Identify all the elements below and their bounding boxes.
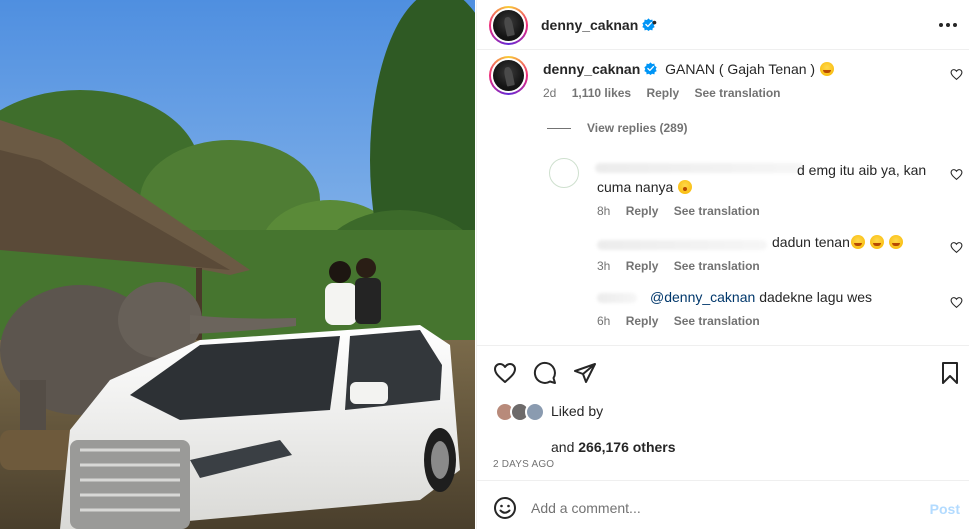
reply-text: dadun tenan xyxy=(772,234,903,250)
grinning-emoji-icon xyxy=(888,235,903,249)
comment-main-meta: 2d 1,110 likes Reply See translation xyxy=(543,86,793,100)
comment-likes[interactable]: 1,110 likes xyxy=(572,86,631,100)
avatar[interactable] xyxy=(489,6,528,45)
reply-meta: 6h Reply See translation xyxy=(597,314,772,328)
comment-avatar[interactable] xyxy=(489,56,528,95)
reply-username-blurred xyxy=(595,163,805,173)
reply-text: @denny_caknan dadekne lagu wes xyxy=(650,289,873,305)
verified-badge-icon xyxy=(644,62,657,75)
liked-others[interactable]: and 266,176 others xyxy=(551,439,676,455)
post-photo xyxy=(0,0,475,529)
reply-button[interactable]: Reply xyxy=(626,314,659,328)
reply-text-line1: d emg itu aib ya, kan xyxy=(797,162,927,178)
comment-text: GANAN ( Gajah Tenan ) xyxy=(665,61,816,77)
reply-username-blurred xyxy=(597,293,637,303)
comment-time: 2d xyxy=(543,86,557,100)
reply-time: 6h xyxy=(597,314,611,328)
header-username[interactable]: denny_caknan xyxy=(541,17,655,33)
view-replies-label: View replies (289) xyxy=(587,121,688,135)
share-icon[interactable] xyxy=(573,361,597,385)
like-reply-heart-icon[interactable] xyxy=(950,296,963,309)
liked-avatar xyxy=(525,402,545,422)
surprised-emoji-icon xyxy=(678,180,693,194)
see-translation-button[interactable]: See translation xyxy=(694,86,780,100)
post-actions: Liked by and 266,176 others 2 DAYS AGO xyxy=(477,345,969,479)
view-replies-button[interactable]: View replies (289) xyxy=(547,121,688,135)
post-date[interactable]: 2 DAYS AGO xyxy=(493,459,554,470)
reply-time: 3h xyxy=(597,259,611,273)
reply-button[interactable]: Reply xyxy=(626,259,659,273)
add-comment-bar: Post xyxy=(477,480,969,529)
add-comment-input[interactable] xyxy=(531,495,911,521)
heart-icon[interactable] xyxy=(493,361,517,385)
reply-mention-link[interactable]: @denny_caknan xyxy=(650,289,755,305)
see-translation-button[interactable]: See translation xyxy=(674,314,760,328)
post-side-panel: denny_caknan • denny_caknan GANAN ( Gaja… xyxy=(476,0,969,529)
grinning-emoji-icon xyxy=(869,235,884,249)
more-options-icon[interactable] xyxy=(938,16,958,34)
view-replies-divider xyxy=(547,128,571,130)
reply-meta: 3h Reply See translation xyxy=(597,259,772,273)
post-photo-illustration xyxy=(0,0,475,529)
header-separator-dot: • xyxy=(652,14,657,30)
bookmark-icon[interactable] xyxy=(938,361,962,385)
reply-button[interactable]: Reply xyxy=(626,204,659,218)
grinning-emoji-icon xyxy=(850,235,865,249)
reply-button[interactable]: Reply xyxy=(646,86,679,100)
like-reply-heart-icon[interactable] xyxy=(950,241,963,254)
liked-by-label: Liked by xyxy=(551,403,604,419)
see-translation-button[interactable]: See translation xyxy=(674,204,760,218)
reply-text-line2: cuma nanya xyxy=(597,179,693,195)
like-reply-heart-icon[interactable] xyxy=(950,168,963,181)
reply-username-blurred xyxy=(597,240,767,250)
reply-avatar[interactable] xyxy=(549,158,579,188)
comment-main-line: denny_caknan GANAN ( Gajah Tenan ) xyxy=(543,61,834,77)
reply-meta: 8h Reply See translation xyxy=(597,204,772,218)
post-comment-button[interactable]: Post xyxy=(930,501,960,517)
see-translation-button[interactable]: See translation xyxy=(674,259,760,273)
liked-by-avatars[interactable] xyxy=(495,402,547,424)
laughing-crying-emoji-icon xyxy=(819,62,834,76)
comment-icon[interactable] xyxy=(533,361,557,385)
post-header: denny_caknan • xyxy=(477,0,969,50)
reply-time: 8h xyxy=(597,204,611,218)
like-comment-heart-icon[interactable] xyxy=(950,68,963,81)
comment-username[interactable]: denny_caknan xyxy=(543,61,640,77)
emoji-picker-icon[interactable] xyxy=(493,496,517,520)
